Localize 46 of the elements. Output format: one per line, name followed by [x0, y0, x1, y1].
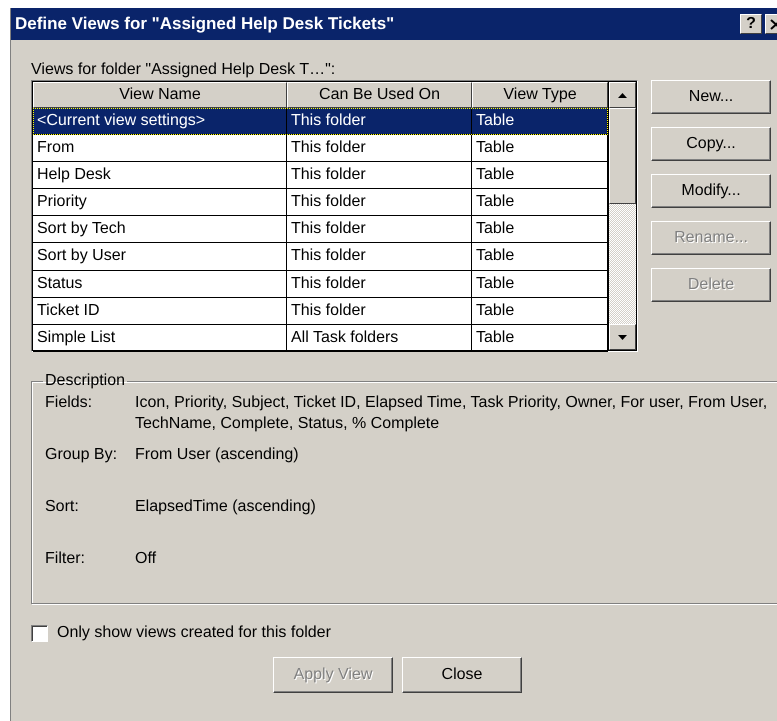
description-label: Sort:: [45, 497, 80, 517]
description-value: From User (ascending): [135, 445, 300, 465]
table-cell: All Task folders: [287, 324, 472, 352]
description-label: Group By:: [45, 445, 118, 465]
table-cell: Sort by User: [33, 243, 287, 271]
up-arrow-icon: [618, 92, 627, 98]
table-cell: This folder: [287, 243, 472, 271]
action-button[interactable]: Copy...: [651, 127, 771, 161]
table-cell: This folder: [287, 216, 472, 244]
table-cell: <Current view settings>: [33, 108, 287, 136]
table-cell: Ticket ID: [33, 298, 287, 325]
scroll-up-button[interactable]: [609, 82, 636, 108]
column-header[interactable]: View Type: [472, 82, 608, 108]
table-cell: Help Desk: [33, 162, 287, 190]
table-cell: This folder: [287, 189, 472, 216]
table-cell: This folder: [287, 298, 472, 325]
checkbox-label[interactable]: Only show views created for this folder: [57, 624, 331, 642]
table-cell: Sort by Tech: [33, 216, 287, 244]
description-value: ElapsedTime (ascending): [135, 497, 317, 517]
selected-row[interactable]: <Current view settings> This folder Table: [33, 108, 608, 136]
table-cell: This folder: [287, 270, 472, 298]
description-label: Filter:: [45, 549, 86, 569]
group-title: Description: [44, 372, 126, 390]
table-cell: From: [33, 135, 287, 162]
description-value: Icon, Priority, Subject, Ticket ID, Elapsed Time, Task Priority, Owner, For user, From User, TechName, Complete, Status, % Complete: [135, 393, 768, 434]
scroll-down-button[interactable]: [609, 324, 636, 350]
description-label: Fields:: [45, 393, 94, 413]
table-cell: Simple List: [33, 324, 287, 352]
column-header[interactable]: Can Be Used On: [287, 82, 472, 108]
table-cell: Priority: [33, 189, 287, 216]
checkbox[interactable]: [31, 624, 48, 642]
down-arrow-icon: [618, 334, 627, 340]
help-button[interactable]: ?: [740, 14, 762, 34]
table-cell: This folder: [287, 162, 472, 190]
scroll-thumb[interactable]: [609, 108, 636, 204]
views-label: Views for folder "Assigned Help Desk T…":: [31, 60, 336, 80]
table-cell: This folder: [287, 135, 472, 162]
scrollbar[interactable]: [608, 81, 637, 351]
description-value: Off: [135, 549, 158, 569]
action-button[interactable]: New...: [651, 80, 771, 114]
column-header[interactable]: View Name: [33, 82, 287, 108]
action-button[interactable]: Modify...: [651, 174, 771, 208]
table-cell: Status: [33, 270, 287, 298]
dialog-button[interactable]: Close: [402, 657, 522, 693]
table-cell: This folder: [287, 108, 472, 136]
window-title: Define Views for "Assigned Help Desk Tickets": [15, 14, 396, 34]
